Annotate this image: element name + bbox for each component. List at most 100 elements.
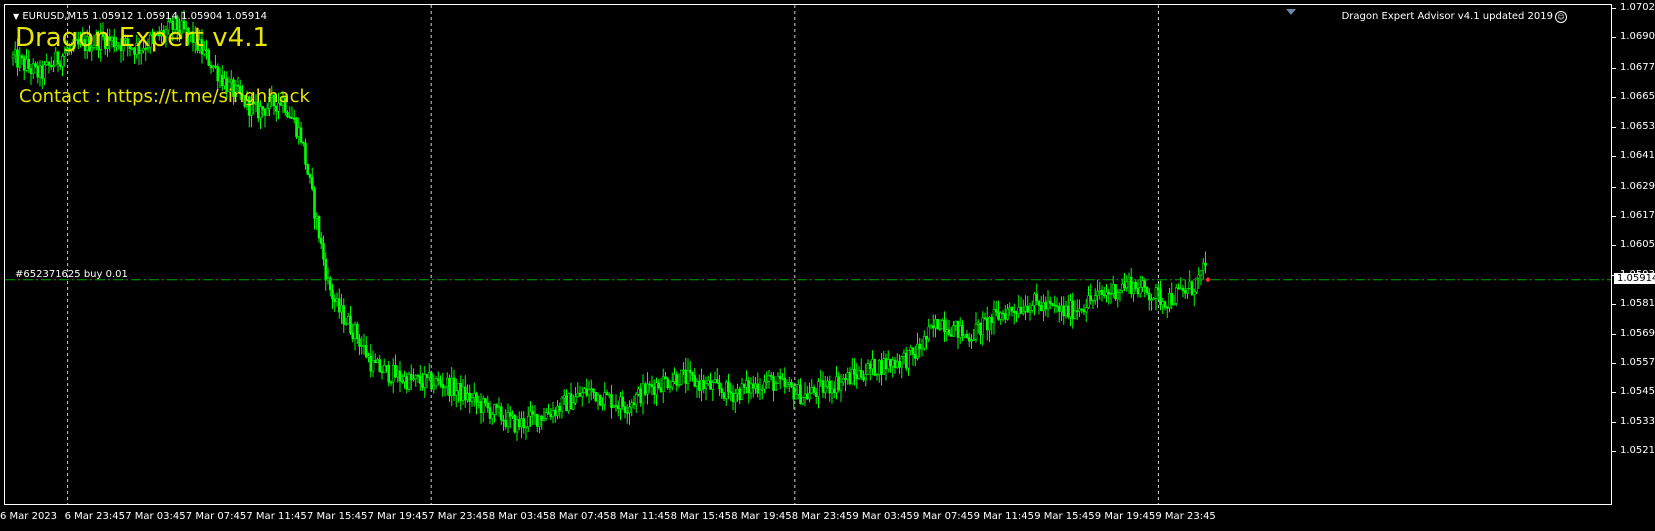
candle-body [1082,309,1086,313]
candle-body [724,381,728,399]
candle-body [452,377,456,396]
candle-body [990,316,994,323]
current-price-box: 1.05914 [1614,272,1655,284]
candle-body [585,388,589,396]
candle-body [1093,295,1097,301]
candle-body [864,374,868,381]
candle-body [785,384,789,387]
candle-body [445,378,449,388]
candle-body [558,405,562,412]
price-axis[interactable]: 1.07020 1.06900 1.06775 1.06655 1.06535 1.064… [1612,0,1655,531]
candle-body [783,378,787,387]
candle-body [956,320,960,338]
candle-body [1179,287,1183,290]
candle-body [819,380,823,382]
candle-body [331,289,334,300]
candle-body [1026,305,1030,313]
candle-body [520,418,523,428]
ea-title: Dragon Expert v4.1 [15,23,269,53]
candle-body [576,392,580,397]
candle-body [949,334,953,337]
candle-body [709,380,712,390]
chart-window[interactable]: ▼ EURUSD,M15 1.05912 1.05914 1.05904 1.0… [0,0,1655,531]
candle-body [432,385,436,390]
candle-body [898,361,901,368]
candle-body [216,66,220,82]
candle-body [684,369,688,384]
candle-body [841,378,845,383]
price-tick-label: 1.06900 [1620,31,1655,43]
candle-body [29,68,33,74]
candle-body [493,404,496,415]
candle-body [835,376,838,393]
candle-body [855,373,859,380]
candle-body [911,347,915,355]
candle-body [403,376,406,383]
candle-body [506,412,510,427]
candle-body [947,329,951,335]
candle-body [1060,305,1063,312]
candle-body [351,332,355,339]
candle-body [295,118,298,137]
candle-body [211,65,215,69]
time-axis[interactable]: 6 Mar 2023 6 Mar 23:45 7 Mar 03:45 7 Mar 07… [0,505,1612,531]
candle-body [666,378,670,389]
order-label[interactable]: #652371625 buy 0.01 [15,269,128,280]
candle-body [756,383,760,394]
candle-body [1010,307,1014,312]
candle-body [767,375,771,382]
candle-body [1190,281,1194,295]
candle-body [1015,312,1018,315]
candle-body [412,378,415,381]
candle-body [454,390,458,396]
candle-body [1141,280,1144,288]
candle-body [310,177,314,190]
candle-body [799,384,802,404]
price-tick-label: 1.06290 [1620,180,1655,192]
candle-body [713,379,717,383]
candle-body [641,383,645,404]
candle-body [853,368,856,375]
candle-body [1165,307,1169,309]
candle-body [981,317,985,336]
chart-plot-area[interactable]: ▼ EURUSD,M15 1.05912 1.05914 1.05904 1.0… [4,4,1612,505]
candle-body [340,305,343,313]
candle-body [801,397,805,404]
candle-body [1186,288,1189,294]
candle-body [1156,287,1160,291]
candle-body [333,298,337,303]
candle-body [715,379,719,384]
smiley-icon[interactable]: ☺ [1555,11,1567,23]
candle-body [502,419,505,422]
triangle-down-icon[interactable]: ▼ [13,12,19,21]
candle-body [578,392,582,397]
candle-body [317,216,321,239]
candle-body [945,329,949,333]
candle-body [736,388,739,394]
candlestick-chart[interactable] [5,5,1612,505]
candle-body [657,382,661,388]
time-tick-label: 8 Mar 03:45 [488,511,550,522]
candle-body [373,360,377,363]
candle-body [1123,283,1126,288]
candle-body [358,338,361,347]
candle-body [934,319,937,329]
candle-body [922,335,926,349]
candle-body [776,375,780,384]
candle-body [355,323,359,340]
candle-body [958,325,962,338]
candle-body [364,345,368,358]
candle-body [943,320,946,333]
candle-body [382,364,386,373]
chart-shift-marker-icon[interactable] [1286,9,1296,15]
candle-body [605,392,609,395]
candle-body [904,352,908,369]
candle-body [540,415,544,421]
candle-body [380,371,384,373]
candle-body [814,392,818,397]
candle-body [337,298,341,313]
candle-body [371,360,375,372]
time-tick-label: 9 Mar 23:45 [1155,511,1216,522]
candle-body [747,380,751,394]
candle-body [533,413,537,416]
